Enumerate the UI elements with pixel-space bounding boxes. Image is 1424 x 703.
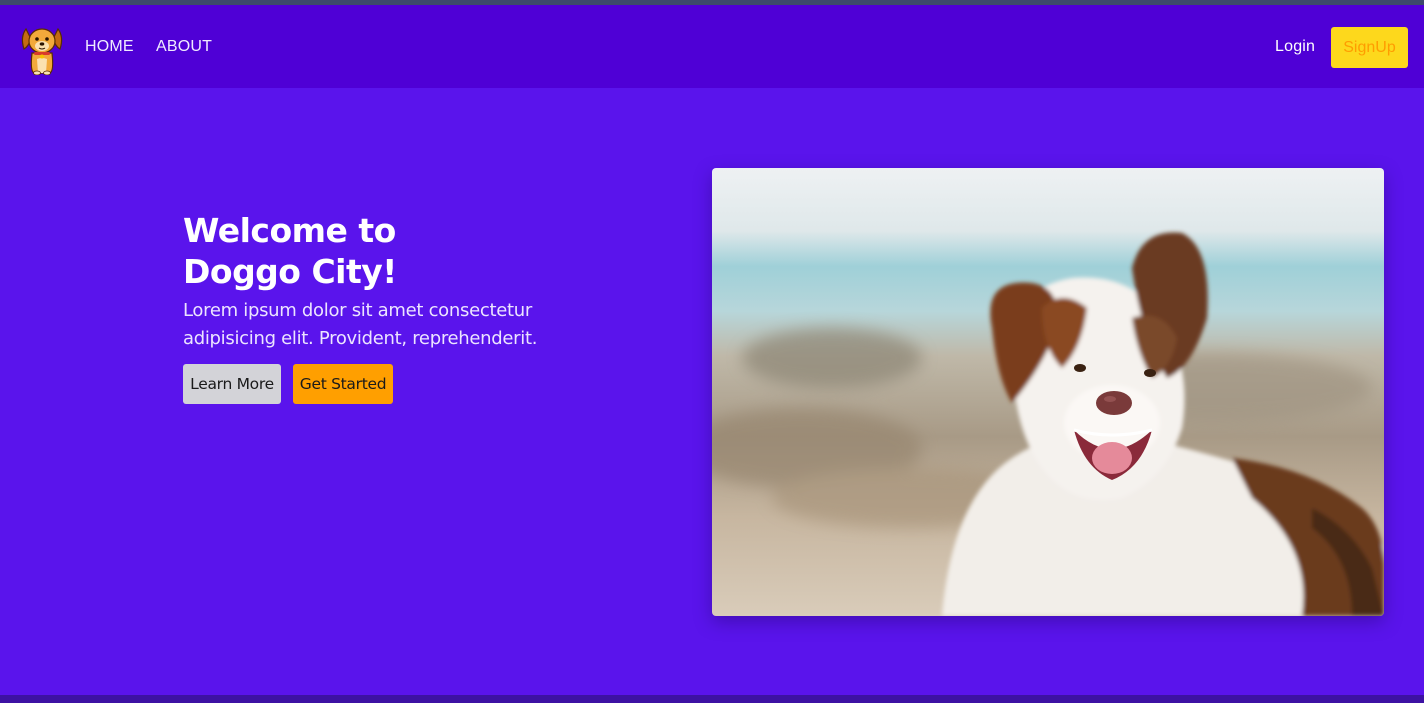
hero-description: Lorem ipsum dolor sit amet consectetur a… bbox=[183, 300, 538, 349]
hero-title-line-1: Welcome to bbox=[183, 211, 396, 250]
login-link[interactable]: Login bbox=[1275, 38, 1315, 56]
learn-more-button[interactable]: Learn More bbox=[183, 364, 281, 404]
hero-title-line-2: Doggo City! bbox=[183, 252, 397, 291]
get-started-button[interactable]: Get Started bbox=[293, 364, 393, 404]
nav-about-link[interactable]: ABOUT bbox=[156, 38, 212, 56]
navbar: HOME ABOUT Login SignUp bbox=[0, 5, 1424, 88]
bottom-divider bbox=[0, 695, 1424, 703]
dog-photo bbox=[712, 168, 1384, 616]
dog-logo-icon[interactable] bbox=[18, 19, 66, 76]
hero-title: Welcome to Doggo City! bbox=[183, 210, 543, 292]
signup-button[interactable]: SignUp bbox=[1331, 27, 1408, 68]
nav-home-link[interactable]: HOME bbox=[85, 38, 134, 56]
